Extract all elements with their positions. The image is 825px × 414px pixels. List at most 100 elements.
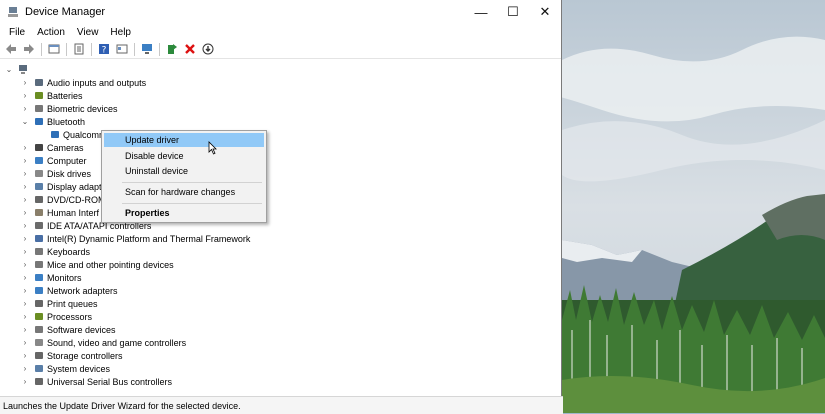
scan-hardware-button[interactable] bbox=[140, 42, 154, 56]
menu-view[interactable]: View bbox=[71, 27, 105, 38]
device-tree[interactable]: ⌄ › Audio inputs and outputs › Batteries › Bio… bbox=[0, 61, 560, 394]
maximize-icon: ☐ bbox=[507, 4, 519, 19]
tree-item-label: System devices bbox=[47, 363, 111, 374]
view-button[interactable] bbox=[115, 42, 129, 56]
tree-category-item[interactable]: ⌄ Bluetooth bbox=[20, 115, 85, 128]
chevron-right-icon[interactable]: › bbox=[20, 312, 30, 321]
uninstall-button[interactable] bbox=[183, 42, 197, 56]
context-uninstall-device[interactable]: Uninstall device bbox=[104, 164, 264, 178]
chevron-right-icon[interactable]: › bbox=[20, 104, 30, 113]
tree-category-item[interactable]: › Software devices bbox=[20, 323, 116, 336]
status-bar: Launches the Update Driver Wizard for th… bbox=[0, 396, 563, 414]
context-update-driver[interactable]: Update driver bbox=[104, 133, 264, 147]
chevron-right-icon[interactable]: › bbox=[20, 286, 30, 295]
tree-category-item[interactable]: › Disk drives bbox=[20, 167, 91, 180]
chevron-right-icon[interactable]: › bbox=[20, 260, 30, 269]
menu-action[interactable]: Action bbox=[31, 27, 71, 38]
chevron-right-icon[interactable]: › bbox=[20, 169, 30, 178]
minimize-button[interactable]: — bbox=[465, 0, 497, 24]
context-item-label: Properties bbox=[125, 208, 170, 218]
tree-category-item[interactable]: › Cameras bbox=[20, 141, 84, 154]
chevron-right-icon[interactable]: › bbox=[20, 91, 30, 100]
tree-category-item[interactable]: › Universal Serial Bus controllers bbox=[20, 375, 172, 388]
tree-item-label: Universal Serial Bus controllers bbox=[47, 376, 173, 387]
tree-item-label: Display adapt bbox=[47, 181, 102, 192]
chevron-down-icon[interactable]: ⌄ bbox=[4, 65, 14, 74]
tree-category-item[interactable]: › DVD/CD-ROM bbox=[20, 193, 106, 206]
chevron-right-icon[interactable]: › bbox=[20, 78, 30, 87]
dvd-icon bbox=[35, 196, 43, 203]
context-scan-hardware[interactable]: Scan for hardware changes bbox=[104, 185, 264, 199]
properties-button[interactable] bbox=[72, 42, 86, 56]
title-bar[interactable]: Device Manager — ☐ ✕ bbox=[0, 0, 561, 24]
tree-category-item[interactable]: › Monitors bbox=[20, 271, 82, 284]
maximize-button[interactable]: ☐ bbox=[497, 0, 529, 24]
menu-help[interactable]: Help bbox=[104, 27, 137, 38]
window-title: Device Manager bbox=[25, 6, 106, 18]
context-item-label: Scan for hardware changes bbox=[125, 187, 236, 197]
chevron-right-icon[interactable]: › bbox=[20, 143, 30, 152]
tree-item-label: Mice and other pointing devices bbox=[47, 259, 174, 270]
chevron-right-icon[interactable]: › bbox=[20, 208, 30, 217]
speaker-icon bbox=[35, 79, 43, 86]
forward-button[interactable] bbox=[22, 42, 36, 56]
tree-item-label: Computer bbox=[47, 155, 87, 166]
disk-icon bbox=[35, 170, 43, 177]
chevron-right-icon[interactable]: › bbox=[20, 338, 30, 347]
tree-category-item[interactable]: › Computer bbox=[20, 154, 87, 167]
tree-category-item[interactable]: › Audio inputs and outputs bbox=[20, 76, 146, 89]
tree-category-item[interactable]: › Intel(R) Dynamic Platform and Thermal F… bbox=[20, 232, 251, 245]
tree-category-item[interactable]: › Print queues bbox=[20, 297, 98, 310]
back-button[interactable] bbox=[4, 42, 18, 56]
tree-category-item[interactable]: › Biometric devices bbox=[20, 102, 118, 115]
help-icon: ? bbox=[99, 44, 109, 55]
close-button[interactable]: ✕ bbox=[529, 0, 561, 24]
chevron-right-icon[interactable]: › bbox=[20, 221, 30, 230]
tree-category-item[interactable]: › Sound, video and game controllers bbox=[20, 336, 186, 349]
tree-category-item[interactable]: › System devices bbox=[20, 362, 110, 375]
tree-category-item[interactable]: › Batteries bbox=[20, 89, 83, 102]
tree-category-item[interactable]: › Storage controllers bbox=[20, 349, 123, 362]
ide-icon bbox=[35, 222, 43, 229]
help-button[interactable]: ? bbox=[97, 42, 111, 56]
chevron-right-icon[interactable]: › bbox=[20, 156, 30, 165]
software-icon bbox=[35, 326, 43, 333]
download-button[interactable] bbox=[201, 42, 215, 56]
tree-item-label: Intel(R) Dynamic Platform and Thermal Fr… bbox=[47, 233, 251, 244]
tree-category-item[interactable]: › Display adapt bbox=[20, 180, 102, 193]
biometric-icon bbox=[35, 105, 43, 112]
chevron-right-icon[interactable]: › bbox=[20, 377, 30, 386]
show-hide-tree-icon bbox=[48, 44, 60, 54]
chevron-right-icon[interactable]: › bbox=[20, 325, 30, 334]
tree-category-item[interactable]: › Processors bbox=[20, 310, 92, 323]
context-properties[interactable]: Properties bbox=[104, 206, 264, 220]
chevron-right-icon[interactable]: › bbox=[20, 234, 30, 243]
update-driver-button[interactable] bbox=[165, 42, 179, 56]
chevron-right-icon[interactable]: › bbox=[20, 273, 30, 282]
chevron-right-icon[interactable]: › bbox=[20, 364, 30, 373]
chevron-right-icon[interactable]: › bbox=[20, 247, 30, 256]
bluetooth-icon bbox=[35, 118, 43, 125]
usb-icon bbox=[35, 378, 43, 385]
close-icon: ✕ bbox=[539, 4, 551, 19]
chevron-right-icon[interactable]: › bbox=[20, 195, 30, 204]
mouse-cursor-icon bbox=[208, 141, 217, 155]
chevron-down-icon[interactable]: ⌄ bbox=[20, 117, 30, 126]
tree-root[interactable]: ⌄ bbox=[4, 63, 31, 76]
menu-file[interactable]: File bbox=[3, 27, 31, 38]
chevron-right-icon[interactable]: › bbox=[20, 182, 30, 191]
toolbar-separator bbox=[134, 42, 135, 56]
chevron-right-icon[interactable]: › bbox=[20, 351, 30, 360]
tree-category-item[interactable]: › Mice and other pointing devices bbox=[20, 258, 174, 271]
tree-category-item[interactable]: › Keyboards bbox=[20, 245, 90, 258]
status-text: Launches the Update Driver Wizard for th… bbox=[3, 400, 241, 411]
tree-category-item[interactable]: › Human Interf bbox=[20, 206, 99, 219]
tree-category-item[interactable]: › Network adapters bbox=[20, 284, 118, 297]
tree-item-label: Human Interf bbox=[47, 207, 100, 218]
tree-item-label: Bluetooth bbox=[47, 116, 86, 127]
context-disable-device[interactable]: Disable device bbox=[104, 149, 264, 163]
tree-item-label: Qualcomm bbox=[63, 129, 107, 140]
show-hide-tree-button[interactable] bbox=[47, 42, 61, 56]
tree-child-item[interactable]: Qualcomm bbox=[36, 128, 107, 141]
chevron-right-icon[interactable]: › bbox=[20, 299, 30, 308]
